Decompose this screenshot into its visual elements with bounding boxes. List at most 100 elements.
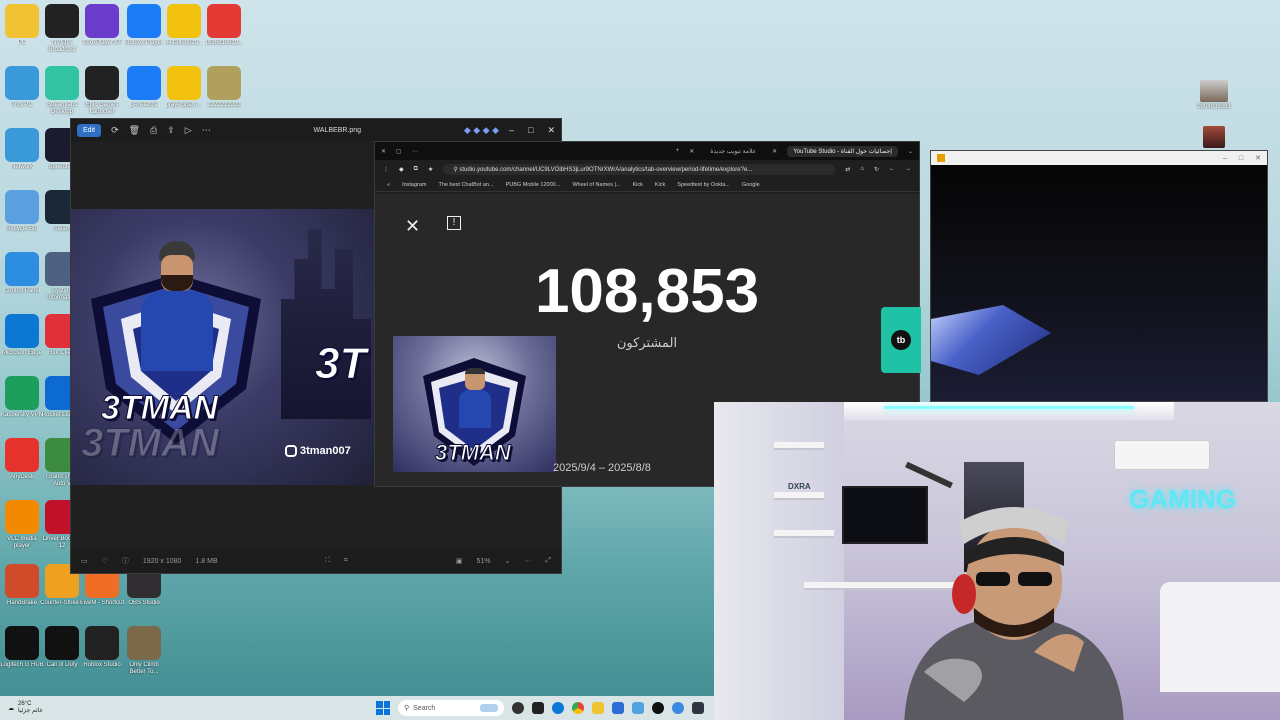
url-field[interactable]: ⚲ studio.youtube.com/channel/UC9LVOibHS3…: [443, 163, 836, 175]
window-controls: – □ ✕: [509, 125, 555, 136]
more-icon[interactable]: ⋮: [383, 166, 389, 173]
desktop-icon[interactable]: Epic Games Launcher: [80, 66, 124, 116]
more-icon[interactable]: ⋯: [524, 557, 531, 565]
photos-taskbar-icon[interactable]: [632, 702, 644, 714]
bookmark[interactable]: PUBG Mobile 12000...: [506, 182, 561, 188]
start-button[interactable]: [376, 701, 390, 715]
info-icon[interactable]: ⓘ: [122, 556, 129, 566]
maximize-icon[interactable]: □: [528, 125, 533, 136]
desktop-icon-label: Epic Games Launcher: [85, 102, 119, 115]
feedback-icon[interactable]: !: [447, 216, 461, 230]
thumb-face: [465, 368, 485, 390]
speedtest-taskbar-icon[interactable]: [532, 702, 544, 714]
desktop-icon[interactable]: PC: [0, 4, 44, 47]
studio-taskbar-icon[interactable]: [692, 702, 704, 714]
chrome-taskbar-icon[interactable]: [572, 702, 584, 714]
star-icon[interactable]: ★: [428, 166, 433, 173]
more-icon[interactable]: ⋯: [202, 125, 211, 136]
forward-icon[interactable]: ←: [889, 166, 895, 172]
edit-button[interactable]: Edit: [77, 123, 102, 137]
desktop-icon[interactable]: AnyDesk: [0, 438, 44, 481]
desktop-icon[interactable]: VLC media player: [0, 500, 44, 550]
reader-icon[interactable]: ⇄: [845, 166, 850, 173]
explorer-taskbar-icon[interactable]: [592, 702, 604, 714]
desktop-icon[interactable]: Network: [0, 128, 44, 171]
desktop-icon-label: Steam: [53, 226, 71, 232]
desktop-icon[interactable]: Roblox Player: [122, 4, 166, 47]
floating-widget-button[interactable]: tb: [881, 307, 921, 373]
emoji-laugh-icon: [167, 66, 201, 100]
bookmark[interactable]: The best ChatBot an...: [439, 182, 494, 188]
tab-youtube-studio[interactable]: إحصائيات حول القناة - YouTube Studio: [787, 145, 898, 157]
close-icon[interactable]: ✕: [1255, 154, 1261, 162]
desktop-icon[interactable]: Only Climb Better To...: [122, 626, 166, 676]
bookmark[interactable]: Speedtest by Ookla...: [677, 182, 730, 188]
more-icon[interactable]: ⋯: [412, 148, 418, 155]
globe-taskbar-icon[interactable]: [672, 702, 684, 714]
actual-size-icon[interactable]: ▣: [456, 557, 463, 565]
crop-icon[interactable]: ⌗: [344, 557, 348, 565]
close-icon[interactable]: ✕: [405, 216, 420, 237]
tab-icon[interactable]: ▢: [396, 148, 402, 155]
desktop-icon[interactable]: LAN-lance: [122, 66, 166, 109]
zoom-level[interactable]: 51%: [477, 558, 491, 565]
bookmark[interactable]: Instagram: [402, 182, 426, 188]
maximize-icon[interactable]: □: [1239, 155, 1243, 162]
slideshow-icon[interactable]: ▷: [185, 125, 192, 136]
new-tab-icon[interactable]: +: [676, 148, 680, 154]
reload-icon[interactable]: ↻: [874, 166, 879, 173]
desktop-icon[interactable]: pray-clipart-...: [162, 66, 206, 109]
chevron-down-icon[interactable]: ⌄: [908, 148, 913, 155]
tiktok-taskbar-icon[interactable]: [652, 702, 664, 714]
extension-icon[interactable]: ◆: [399, 166, 404, 173]
desktop-icon[interactable]: This PC: [0, 66, 44, 109]
close-icon[interactable]: ✕: [547, 125, 555, 136]
edge-taskbar-icon[interactable]: [552, 702, 564, 714]
close-tab-icon[interactable]: ✕: [689, 148, 694, 155]
desktop-icon[interactable]: Kaspersky VPN: [0, 376, 44, 419]
desktop-icon[interactable]: 1222222222: [202, 66, 246, 109]
desktop-icon[interactable]: XboxPlayer AT: [80, 4, 124, 47]
desktop-icon[interactable]: 1626818619...: [202, 4, 246, 47]
minimize-icon[interactable]: –: [1223, 155, 1227, 162]
desktop-icon[interactable]: Streamlabs Desktop: [40, 66, 84, 116]
print-icon[interactable]: ⎙: [150, 125, 157, 136]
back-icon[interactable]: →: [905, 166, 911, 172]
search-box[interactable]: ⚲ Search: [398, 700, 504, 716]
desktop-icon[interactable]: Roblox Studio: [80, 626, 124, 669]
desktop-icon[interactable]: NVIDIA Broadcast: [40, 4, 84, 54]
desktop-icon-image[interactable]: [1196, 126, 1232, 148]
obs-taskbar-icon[interactable]: [512, 702, 524, 714]
desktop-icon[interactable]: Recycle Bin: [0, 190, 44, 233]
bookmark[interactable]: Kick: [633, 182, 643, 188]
weather-widget[interactable]: ☁ 26°C غائم جزئيا: [0, 701, 200, 715]
close-tab-icon[interactable]: ✕: [772, 148, 777, 155]
share-icon[interactable]: ⇪: [167, 125, 175, 136]
game-window[interactable]: – □ ✕: [930, 150, 1268, 402]
close-icon[interactable]: ✕: [381, 148, 386, 155]
desktop-icon[interactable]: 4442438829...: [162, 4, 206, 47]
desktop-icon[interactable]: Logitech G HUB: [0, 626, 44, 669]
bookmark[interactable]: Wheel of Names |...: [572, 182, 620, 188]
desktop-icon[interactable]: HandBrake: [0, 564, 44, 607]
fit-icon[interactable]: ⛶: [325, 557, 330, 565]
fullscreen-icon[interactable]: ⤢: [545, 557, 551, 565]
puzzle-icon[interactable]: ⧉: [414, 166, 418, 173]
tab-new[interactable]: علامة تبويب جديدة: [704, 146, 762, 157]
favorite-icon[interactable]: ♡: [102, 557, 108, 565]
desktop-icon[interactable]: Microsoft Edge: [0, 314, 44, 357]
bookmark[interactable]: Kick: [655, 182, 665, 188]
home-icon[interactable]: ⌂: [860, 166, 864, 172]
delete-icon[interactable]: 🗑: [129, 125, 140, 136]
rotate-icon[interactable]: ⟳: [111, 125, 119, 136]
desktop-icon[interactable]: Control Panel: [0, 252, 44, 295]
desktop-icon[interactable]: Call of Duty: [40, 626, 84, 669]
person-figure: [141, 241, 213, 371]
desktop-icon-photo[interactable]: 9204838383: [1196, 80, 1232, 110]
chevron-down-icon[interactable]: ⌄: [505, 557, 511, 565]
store-taskbar-icon[interactable]: [612, 702, 624, 714]
chevron-left-icon[interactable]: «: [387, 182, 390, 188]
bookmark[interactable]: Google: [742, 182, 760, 188]
filmstrip-icon[interactable]: ▭: [81, 557, 88, 565]
minimize-icon[interactable]: –: [509, 125, 514, 136]
